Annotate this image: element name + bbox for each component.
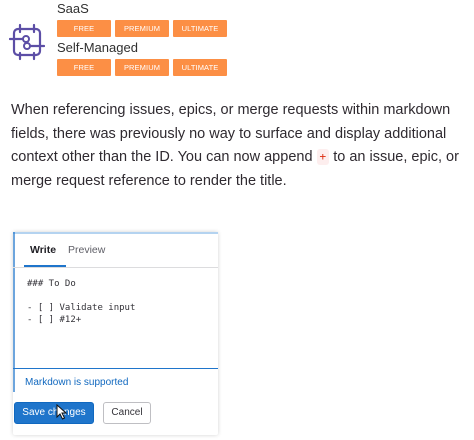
markdown-supported-link[interactable]: Markdown is supported: [13, 368, 218, 396]
markdown-textarea[interactable]: ### To Do - [ ] Validate input - [ ] #12…: [27, 278, 212, 326]
tab-preview[interactable]: Preview: [68, 244, 105, 256]
saas-tier: SaaS FREE PREMIUM ULTIMATE: [57, 1, 227, 37]
editor-tabs: Write Preview: [13, 232, 218, 268]
saas-badges: FREE PREMIUM ULTIMATE: [57, 20, 227, 37]
self-managed-badges: FREE PREMIUM ULTIMATE: [57, 59, 227, 76]
badge-ultimate[interactable]: ULTIMATE: [173, 20, 227, 37]
save-changes-button[interactable]: Save changes: [14, 402, 94, 424]
tier-icon: [9, 23, 45, 61]
badge-ultimate[interactable]: ULTIMATE: [173, 59, 227, 76]
badge-free[interactable]: FREE: [57, 59, 111, 76]
saas-title: SaaS: [57, 1, 89, 16]
feature-description: When referencing issues, epics, or merge…: [11, 99, 469, 193]
badge-premium[interactable]: PREMIUM: [115, 20, 169, 37]
cancel-button[interactable]: Cancel: [103, 402, 151, 424]
badge-premium[interactable]: PREMIUM: [115, 59, 169, 76]
self-managed-tier: Self-Managed FREE PREMIUM ULTIMATE: [57, 40, 227, 76]
plus-code: +: [316, 149, 330, 165]
self-managed-title: Self-Managed: [57, 40, 138, 55]
active-tab-indicator: [24, 265, 66, 267]
mouse-cursor-icon: [56, 404, 68, 420]
badge-free[interactable]: FREE: [57, 20, 111, 37]
tab-write[interactable]: Write: [30, 244, 56, 256]
